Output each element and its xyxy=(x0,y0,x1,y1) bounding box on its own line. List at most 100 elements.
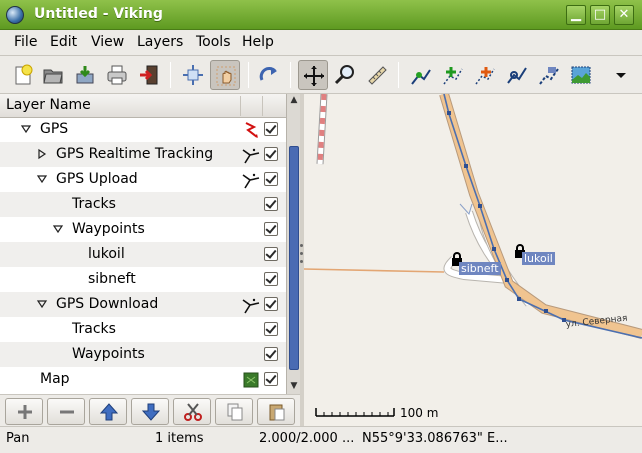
map-canvas: ул. Северная xyxy=(304,94,642,417)
save-icon xyxy=(76,66,94,84)
route-finder-icon xyxy=(507,67,527,84)
close-button[interactable]: ✕ xyxy=(614,5,634,25)
layer-row[interactable]: lukoil xyxy=(0,242,286,267)
maximize-icon: □ xyxy=(593,7,607,22)
layer-visibility-checkbox[interactable] xyxy=(264,272,278,286)
save-button[interactable] xyxy=(70,60,100,90)
layer-row[interactable]: Map xyxy=(0,367,286,392)
layer-row[interactable]: GPS Download xyxy=(0,292,286,317)
column-divider xyxy=(240,96,241,116)
layer-row[interactable]: Waypoints xyxy=(0,217,286,242)
menu-help[interactable]: Help xyxy=(242,34,274,50)
georef-map-button[interactable] xyxy=(566,60,596,90)
layer-buttons-bar xyxy=(0,394,300,426)
status-bar: Pan 1 items 2.000/2.000 ... N55°9'33.086… xyxy=(0,426,642,453)
menu-edit[interactable]: Edit xyxy=(50,34,77,50)
scale-label: 100 m xyxy=(400,406,439,420)
scrollbar-thumb[interactable] xyxy=(289,146,299,370)
scroll-up-icon[interactable]: ▲ xyxy=(289,95,299,105)
select-tool-button[interactable] xyxy=(210,60,240,90)
layer-visibility-checkbox[interactable] xyxy=(264,122,278,136)
create-waypoint-icon xyxy=(443,67,463,85)
layers-scrollbar[interactable]: ▲ ▼ xyxy=(286,94,300,394)
create-track-icon xyxy=(475,67,495,85)
menu-view[interactable]: View xyxy=(91,34,124,50)
layer-row[interactable]: Waypoints xyxy=(0,342,286,367)
layer-row[interactable]: sibneft xyxy=(0,267,286,292)
maximize-button[interactable]: □ xyxy=(590,5,610,25)
create-track-button[interactable] xyxy=(470,60,500,90)
menu-file[interactable]: File xyxy=(14,34,37,50)
layer-row-label: GPS Download xyxy=(56,296,159,312)
cut-layer-button[interactable] xyxy=(173,398,211,425)
scroll-down-icon[interactable]: ▼ xyxy=(289,381,299,391)
toolbar-separator xyxy=(248,62,249,88)
edit-trackpoint-button[interactable] xyxy=(406,60,436,90)
waypoint-label-lukoil[interactable]: lukoil xyxy=(522,252,555,265)
zoom-fit-button[interactable] xyxy=(178,60,208,90)
remove-layer-button[interactable] xyxy=(47,398,85,425)
layer-row[interactable]: GPS xyxy=(0,118,286,142)
expander-expanded-icon[interactable] xyxy=(36,298,48,310)
layers-panel: Layer Name GPS GPS Realtime Tracking GPS U… xyxy=(0,94,300,426)
layer-visibility-checkbox[interactable] xyxy=(264,147,278,161)
minimize-icon: ▁ xyxy=(571,7,581,22)
print-button[interactable] xyxy=(102,60,132,90)
minimize-button[interactable]: ▁ xyxy=(566,5,586,25)
layer-row-label: Waypoints xyxy=(72,221,145,237)
ruler-tool-button[interactable] xyxy=(362,60,392,90)
redo-button[interactable] xyxy=(254,60,284,90)
layer-visibility-checkbox[interactable] xyxy=(264,297,278,311)
exit-button[interactable] xyxy=(134,60,164,90)
expander-expanded-icon[interactable] xyxy=(52,223,64,235)
move-up-icon xyxy=(99,403,119,421)
toolbar-separator xyxy=(290,62,291,88)
layer-visibility-checkbox[interactable] xyxy=(264,372,278,386)
layer-row[interactable]: Tracks xyxy=(0,192,286,217)
move-layer-up-button[interactable] xyxy=(89,398,127,425)
toolbar-overflow-button[interactable] xyxy=(606,60,636,90)
menu-tools[interactable]: Tools xyxy=(196,34,231,50)
map-view[interactable]: ул. Северная sibneft lukoil 100 m xyxy=(304,94,642,426)
edit-trackpoint-icon xyxy=(411,69,431,85)
layers-column-header[interactable]: Layer Name xyxy=(0,94,286,118)
column-header-layer-name: Layer Name xyxy=(6,97,91,113)
zoom-fit-icon xyxy=(183,65,203,85)
zoom-tool-button[interactable] xyxy=(330,60,360,90)
menu-layers[interactable]: Layers xyxy=(137,34,183,50)
add-layer-button[interactable] xyxy=(5,398,43,425)
copy-layer-button[interactable] xyxy=(215,398,253,425)
georef-map-icon xyxy=(571,66,591,84)
expander-collapsed-icon[interactable] xyxy=(36,148,48,160)
route-finder-button[interactable] xyxy=(502,60,532,90)
redo-icon xyxy=(259,67,277,81)
status-items: 1 items xyxy=(155,431,204,446)
create-waypoint-button[interactable] xyxy=(438,60,468,90)
layer-visibility-checkbox[interactable] xyxy=(264,222,278,236)
expander-expanded-icon[interactable] xyxy=(36,173,48,185)
layer-row-label: GPS xyxy=(40,121,69,137)
layer-visibility-checkbox[interactable] xyxy=(264,247,278,261)
layer-visibility-checkbox[interactable] xyxy=(264,322,278,336)
menu-bar: File Edit View Layers Tools Help xyxy=(0,30,642,56)
toolbar-separator xyxy=(398,62,399,88)
layer-row[interactable]: GPS Realtime Tracking xyxy=(0,142,286,167)
open-button[interactable] xyxy=(38,60,68,90)
move-layer-down-button[interactable] xyxy=(131,398,169,425)
paste-layer-button[interactable] xyxy=(257,398,295,425)
toolbar-separator xyxy=(170,62,171,88)
layer-visibility-checkbox[interactable] xyxy=(264,347,278,361)
pan-tool-button[interactable] xyxy=(298,60,328,90)
trw-layer-icon xyxy=(242,296,260,314)
column-divider xyxy=(262,96,263,116)
new-button[interactable] xyxy=(8,60,38,90)
layer-row[interactable]: Tracks xyxy=(0,317,286,342)
edit-waypoint-button[interactable] xyxy=(534,60,564,90)
layer-visibility-checkbox[interactable] xyxy=(264,172,278,186)
layer-row-label: GPS Realtime Tracking xyxy=(56,146,214,162)
layer-row[interactable]: GPS Upload xyxy=(0,167,286,192)
waypoint-label-sibneft[interactable]: sibneft xyxy=(459,262,501,275)
layer-row-label: Tracks xyxy=(72,321,116,337)
expander-expanded-icon[interactable] xyxy=(20,123,32,135)
layer-visibility-checkbox[interactable] xyxy=(264,197,278,211)
